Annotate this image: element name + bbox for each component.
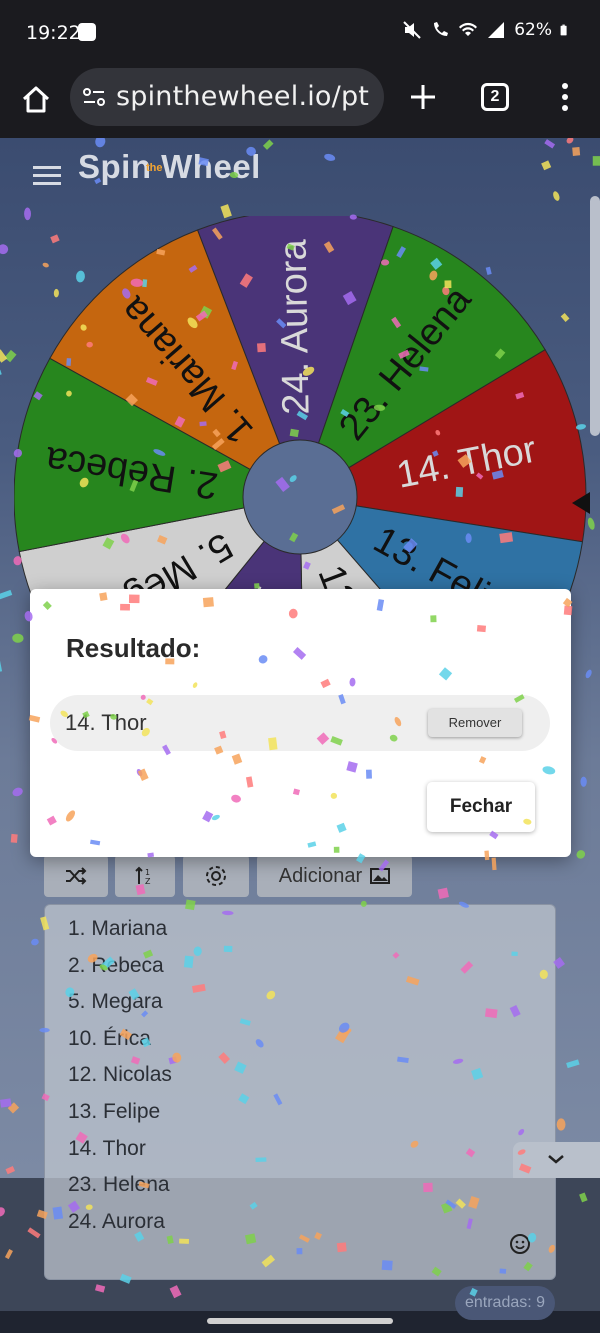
entries-count: entradas: 9 (455, 1286, 555, 1320)
wheel-settings-button[interactable] (183, 855, 249, 897)
gear-icon (206, 866, 226, 886)
status-bar: 19:22 62% (0, 0, 600, 66)
entries-list: 1. Mariana 2. Rebeca 5. Megara 10. Érica 12.… (45, 905, 555, 1246)
browser-toolbar: spinthewheel.io/pt 2 (0, 66, 600, 138)
result-name: 14. Thor (65, 710, 147, 735)
entry-item: 1. Mariana (68, 917, 168, 940)
mute-icon (403, 21, 421, 39)
home-icon[interactable] (18, 82, 54, 118)
svg-text:1: 1 (145, 868, 150, 877)
browser-menu-icon[interactable] (552, 80, 578, 114)
site-settings-icon[interactable] (82, 86, 106, 108)
entry-item: 10. Érica (68, 1026, 151, 1050)
app-logo-small: the (146, 162, 163, 174)
remove-button[interactable]: Remover (428, 709, 522, 737)
hamburger-menu-icon[interactable] (33, 165, 61, 187)
add-image-button[interactable]: Adicionar (257, 855, 412, 897)
sort-button[interactable]: 1Z (115, 855, 175, 897)
image-icon (370, 868, 391, 884)
battery-percent: 62% (514, 20, 552, 40)
entry-item: 12. Nicolas (68, 1063, 172, 1087)
scroll-down-button[interactable] (513, 1142, 600, 1178)
dialog-title: Resultado: (66, 633, 201, 663)
result-chip: 14. Thor Remover (50, 695, 550, 751)
tab-count: 2 (490, 88, 500, 105)
wheel-hub[interactable] (242, 439, 358, 555)
wifi-call-icon (434, 22, 449, 36)
url-text[interactable]: spinthewheel.io/pt (116, 81, 378, 112)
tab-switcher-button[interactable]: 2 (481, 83, 509, 111)
entry-item: 14. Thor (68, 1136, 146, 1160)
page-scrollbar[interactable] (590, 196, 600, 436)
shuffle-button[interactable] (44, 855, 108, 897)
wifi-icon (459, 22, 478, 36)
notification-app-icon (78, 23, 96, 41)
app-logo[interactable]: Spin Wheel (78, 148, 261, 186)
entries-textarea[interactable]: 1. Mariana 2. Rebeca 5. Megara 10. Érica 12.… (44, 904, 556, 1280)
result-dialog: Resultado: 14. Thor Remover Fechar (30, 589, 571, 857)
sort-icon: 1Z (135, 866, 151, 886)
url-bar[interactable]: spinthewheel.io/pt (70, 68, 384, 126)
chevron-down-icon (548, 1155, 564, 1164)
close-button[interactable]: Fechar (427, 782, 535, 832)
entry-item: 2. Rebeca (68, 953, 164, 977)
add-label: Adicionar (278, 864, 363, 887)
gesture-bar (207, 1318, 393, 1324)
battery-icon (560, 24, 567, 36)
entry-item: 13. Felipe (68, 1099, 161, 1123)
wheel-segment-label: 24. Aurora (273, 238, 318, 415)
svg-text:Z: Z (145, 877, 151, 886)
status-time: 19:22 (26, 22, 81, 44)
entry-item: 23. Helena (68, 1173, 170, 1197)
wheel-controls: 1Z Adicionar (44, 855, 444, 897)
shuffle-icon (66, 867, 87, 885)
entry-item: 24. Aurora (68, 1209, 165, 1233)
status-icons: 62% (402, 20, 572, 40)
signal-icon (488, 22, 505, 38)
emoji-icon[interactable] (509, 1233, 531, 1255)
new-tab-icon[interactable] (406, 80, 440, 114)
entry-item: 5. Megara (68, 990, 163, 1014)
